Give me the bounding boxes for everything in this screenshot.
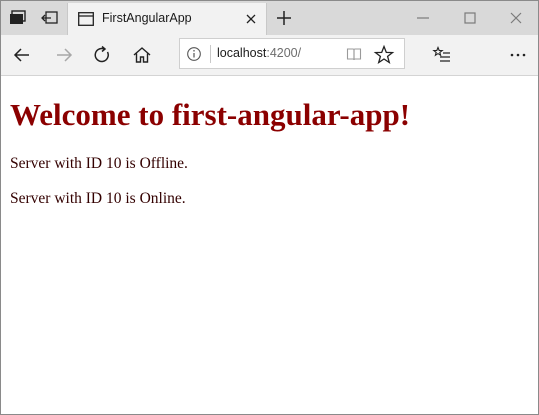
server-status-line: Server with ID 10 is Online.	[10, 190, 186, 207]
new-tab-icon[interactable]	[275, 9, 293, 27]
tab-actions-icon[interactable]	[7, 7, 29, 29]
star-icon[interactable]	[373, 44, 395, 66]
home-icon[interactable]	[131, 44, 153, 66]
url-port-path: :4200/	[266, 46, 302, 60]
tab-firstangularapp[interactable]: FirstAngularApp	[67, 3, 267, 35]
close-tab-icon[interactable]	[244, 12, 258, 26]
page-content: Welcome to first-angular-app! Server wit…	[1, 76, 538, 414]
forward-arrow-icon[interactable]	[53, 44, 75, 66]
minimize-icon[interactable]	[414, 9, 432, 27]
navigation-bar: localhost:4200/	[1, 35, 538, 76]
set-aside-tabs-icon[interactable]	[39, 7, 61, 29]
refresh-icon[interactable]	[91, 44, 113, 66]
server-status-line: Server with ID 10 is Offline.	[10, 155, 188, 172]
close-window-icon[interactable]	[507, 9, 525, 27]
maximize-icon[interactable]	[461, 9, 479, 27]
address-separator	[210, 45, 211, 63]
page-favicon-icon	[78, 12, 94, 26]
url-host: localhost	[217, 46, 267, 60]
more-icon[interactable]	[507, 44, 529, 66]
info-icon[interactable]	[186, 46, 202, 62]
tab-title: FirstAngularApp	[102, 11, 192, 25]
page-title: Welcome to first-angular-app!	[10, 97, 411, 132]
favorites-hub-icon[interactable]	[431, 44, 453, 66]
reading-view-icon[interactable]	[346, 46, 362, 62]
browser-window: FirstAngularApp localhost:4200/ Welcome …	[0, 0, 539, 415]
back-arrow-icon[interactable]	[11, 44, 33, 66]
tab-bar: FirstAngularApp	[1, 1, 538, 35]
url-text[interactable]: localhost:4200/	[217, 46, 301, 60]
address-bar[interactable]: localhost:4200/	[179, 38, 405, 69]
